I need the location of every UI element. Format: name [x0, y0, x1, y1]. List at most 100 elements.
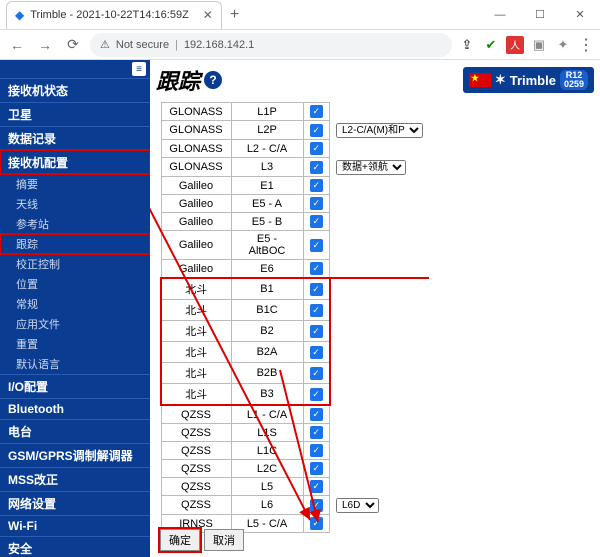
checkbox-icon[interactable]: ✓ — [310, 239, 323, 252]
forward-button[interactable]: → — [34, 34, 56, 56]
checkbox-icon[interactable]: ✓ — [310, 124, 323, 137]
table-row: 北斗B1✓ — [161, 278, 429, 300]
minimize-button[interactable]: — — [480, 0, 520, 30]
constellation-cell: QZSS — [161, 496, 231, 515]
enabled-cell: ✓ — [303, 121, 330, 140]
constellation-cell: 北斗 — [161, 342, 231, 363]
table-row: 北斗B3✓ — [161, 384, 429, 406]
checkbox-icon[interactable]: ✓ — [310, 283, 323, 296]
extension-puzzle-icon[interactable]: ✦ — [554, 36, 572, 54]
extension-shield-icon[interactable]: ▣ — [530, 36, 548, 54]
checkbox-icon[interactable]: ✓ — [310, 480, 323, 493]
option-cell — [330, 478, 430, 496]
option-cell — [330, 300, 430, 321]
sidebar-subitem[interactable]: 参考站 — [0, 214, 150, 234]
cancel-button[interactable]: 取消 — [204, 529, 244, 551]
sidebar-subitem[interactable]: 跟踪 — [0, 234, 150, 254]
option-cell — [330, 424, 430, 442]
option-select[interactable]: L2-C/A(M)和P — [336, 123, 423, 138]
checkbox-icon[interactable]: ✓ — [310, 499, 323, 512]
sidebar-item[interactable]: 数据记录 — [0, 126, 150, 150]
sidebar-subitem[interactable]: 默认语言 — [0, 354, 150, 374]
checkbox-icon[interactable]: ✓ — [310, 426, 323, 439]
close-window-button[interactable]: ✕ — [560, 0, 600, 30]
checkbox-icon[interactable]: ✓ — [310, 262, 323, 275]
signal-cell: L2 - C/A — [231, 140, 303, 158]
option-cell — [330, 442, 430, 460]
reload-button[interactable]: ⟳ — [62, 34, 84, 56]
sidebar-item[interactable]: 接收机配置 — [0, 150, 150, 174]
checkbox-icon[interactable]: ✓ — [310, 325, 323, 338]
sidebar-item[interactable]: I/O配置 — [0, 374, 150, 398]
enabled-cell: ✓ — [303, 363, 330, 384]
checkbox-icon[interactable]: ✓ — [310, 161, 323, 174]
back-button[interactable]: ← — [6, 34, 28, 56]
sidebar-item[interactable]: MSS改正 — [0, 467, 150, 491]
checkbox-icon[interactable]: ✓ — [310, 367, 323, 380]
checkbox-icon[interactable]: ✓ — [310, 346, 323, 359]
sidebar-toggle-icon[interactable]: ≡ — [132, 62, 146, 76]
signal-cell: B3 — [231, 384, 303, 406]
browser-tab[interactable]: ◆ Trimble - 2021-10-22T14:16:59Z ✕ — [6, 1, 222, 29]
sidebar-subitem[interactable]: 校正控制 — [0, 254, 150, 274]
extension-check-icon[interactable]: ✔ — [482, 36, 500, 54]
option-select[interactable]: 数据+领航 — [336, 160, 406, 175]
checkbox-icon[interactable]: ✓ — [310, 462, 323, 475]
sidebar-item[interactable]: 安全 — [0, 536, 150, 557]
close-tab-icon[interactable]: ✕ — [203, 8, 213, 22]
sidebar-item[interactable]: 接收机状态 — [0, 78, 150, 102]
checkbox-icon[interactable]: ✓ — [310, 388, 323, 401]
checkbox-icon[interactable]: ✓ — [310, 105, 323, 118]
sidebar-subitem[interactable]: 天线 — [0, 194, 150, 214]
table-row: GLONASSL1P✓ — [161, 103, 429, 121]
help-icon[interactable]: ? — [204, 71, 222, 89]
checkbox-icon[interactable]: ✓ — [310, 142, 323, 155]
browser-menu-icon[interactable]: ⋮ — [578, 35, 594, 55]
checkbox-icon[interactable]: ✓ — [310, 517, 323, 530]
extension-pdf-icon[interactable]: 人 — [506, 36, 524, 54]
new-tab-button[interactable]: + — [230, 6, 239, 24]
signal-cell: E5 - A — [231, 195, 303, 213]
share-icon[interactable]: ⇪ — [458, 36, 476, 54]
signal-cell: B2 — [231, 321, 303, 342]
checkbox-icon[interactable]: ✓ — [310, 304, 323, 317]
option-cell — [330, 405, 430, 424]
signal-cell: E1 — [231, 177, 303, 195]
enabled-cell: ✓ — [303, 103, 330, 121]
table-row: QZSSL2C✓ — [161, 460, 429, 478]
brand-serial: 0259 — [564, 80, 584, 89]
constellation-cell: Galileo — [161, 213, 231, 231]
option-cell — [330, 515, 430, 533]
sidebar-subitem[interactable]: 常规 — [0, 294, 150, 314]
table-row: GalileoE6✓ — [161, 260, 429, 279]
maximize-button[interactable]: ☐ — [520, 0, 560, 30]
sidebar-item[interactable]: Wi-Fi — [0, 515, 150, 536]
option-cell — [330, 384, 430, 406]
sidebar-subitem[interactable]: 应用文件 — [0, 314, 150, 334]
table-row: GalileoE5 - B✓ — [161, 213, 429, 231]
sidebar-item[interactable]: 电台 — [0, 419, 150, 443]
sidebar-subitem[interactable]: 摘要 — [0, 174, 150, 194]
sidebar-subitem[interactable]: 位置 — [0, 274, 150, 294]
checkbox-icon[interactable]: ✓ — [310, 215, 323, 228]
enabled-cell: ✓ — [303, 442, 330, 460]
address-bar[interactable]: ⚠ Not secure | 192.168.142.1 — [90, 33, 452, 57]
option-select[interactable]: L6D — [336, 498, 379, 513]
sidebar-item[interactable]: 卫星 — [0, 102, 150, 126]
signal-cell: L1P — [231, 103, 303, 121]
checkbox-icon[interactable]: ✓ — [310, 179, 323, 192]
ok-button[interactable]: 确定 — [160, 529, 200, 551]
constellation-cell: GLONASS — [161, 140, 231, 158]
checkbox-icon[interactable]: ✓ — [310, 408, 323, 421]
sidebar-subitem[interactable]: 重置 — [0, 334, 150, 354]
table-row: GLONASSL2P✓L2-C/A(M)和P — [161, 121, 429, 140]
checkbox-icon[interactable]: ✓ — [310, 197, 323, 210]
sidebar-item[interactable]: Bluetooth — [0, 398, 150, 419]
sidebar-item[interactable]: 网络设置 — [0, 491, 150, 515]
enabled-cell: ✓ — [303, 140, 330, 158]
enabled-cell: ✓ — [303, 496, 330, 515]
checkbox-icon[interactable]: ✓ — [310, 444, 323, 457]
signal-cell: L2C — [231, 460, 303, 478]
constellation-cell: GLONASS — [161, 121, 231, 140]
sidebar-item[interactable]: GSM/GPRS调制解调器 — [0, 443, 150, 467]
